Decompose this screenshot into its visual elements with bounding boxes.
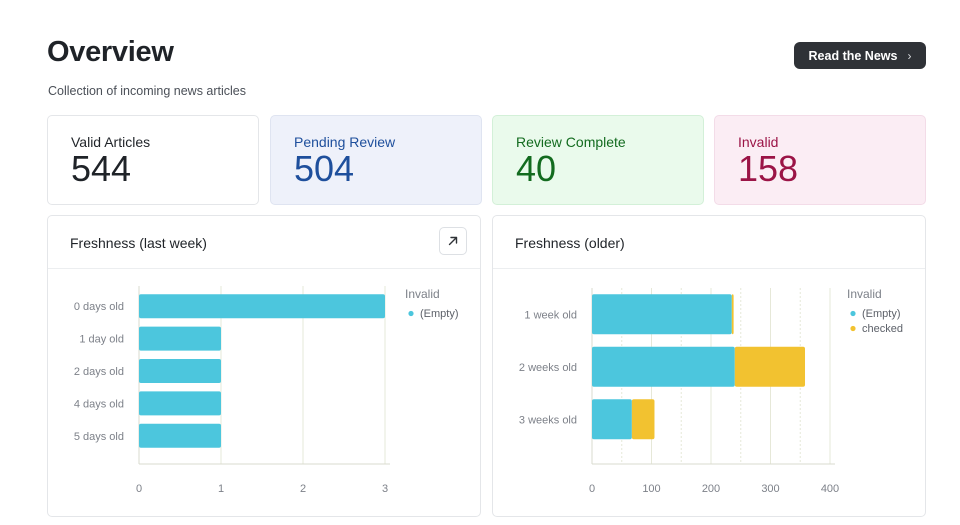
legend-title: Invalid [847, 287, 882, 301]
legend-label: checked [862, 323, 903, 335]
page-title: Overview [47, 36, 174, 68]
stat-card-review-complete: Review Complete 40 [492, 115, 704, 205]
y-category-label: 1 week old [524, 309, 577, 321]
legend-swatch [408, 310, 414, 317]
legend-label: (Empty) [862, 308, 901, 320]
bar-empty [139, 294, 385, 319]
stat-value: 158 [738, 148, 799, 189]
stat-card-valid-articles: Valid Articles 544 [47, 115, 259, 205]
legend-title: Invalid [405, 287, 440, 301]
page-subtitle: Collection of incoming news articles [48, 84, 247, 98]
y-category-label: 2 days old [74, 366, 124, 378]
stat-value: 504 [294, 148, 355, 189]
x-tick-label: 400 [821, 483, 839, 495]
chevron-right-icon: › [907, 48, 912, 63]
bar-empty [592, 346, 735, 387]
read-the-news-button[interactable]: Read the News › [794, 42, 926, 69]
bar-checked [734, 346, 806, 387]
freshness-last-week-chart: 0 1 2 3 0 days old 1 day old 2 days old 4 days … [74, 286, 459, 495]
x-tick-label: 200 [702, 483, 720, 495]
x-tick-label: 300 [761, 483, 779, 495]
stat-value: 544 [71, 148, 132, 189]
bar-checked [731, 294, 734, 335]
y-category-label: 1 day old [79, 334, 124, 346]
x-tick-label: 3 [382, 483, 388, 495]
chart-card-freshness-last-week: Freshness (last week) 01230 days old 1 da… [47, 215, 481, 517]
stat-card-pending-review: Pending Review 504 [270, 115, 482, 205]
stat-value: 40 [516, 148, 557, 189]
x-tick-label: 100 [642, 483, 660, 495]
bar-empty [139, 326, 221, 351]
legend-swatch [850, 325, 856, 332]
x-tick-label: 0 [589, 483, 595, 495]
x-tick-label: 2 [300, 483, 306, 495]
bar-empty [592, 399, 632, 440]
bar-checked [631, 399, 655, 440]
read-the-news-label: Read the News [808, 48, 898, 63]
x-tick-label: 0 [136, 483, 142, 495]
bar-empty [139, 359, 221, 383]
freshness-older-chart: 0 100 200 300 400 1 week old 2 weeks old 3 week… [519, 287, 903, 495]
bar-empty [139, 423, 221, 448]
legend-label: (Empty) [420, 308, 459, 320]
y-category-label: 5 days old [74, 431, 124, 443]
y-category-label: 4 days old [74, 398, 124, 410]
chart-card-freshness-older: Freshness (older) 0 100 200 300 400 1 week ol… [492, 215, 926, 517]
y-category-label: 3 weeks old [519, 414, 577, 426]
y-category-label: 2 weeks old [519, 362, 577, 374]
y-category-label: 0 days old [74, 301, 124, 313]
bar-empty [592, 294, 732, 335]
bar-empty [139, 391, 221, 416]
stat-card-invalid: Invalid 158 [714, 115, 926, 205]
legend-swatch [850, 310, 856, 317]
x-tick-label: 1 [218, 483, 224, 495]
